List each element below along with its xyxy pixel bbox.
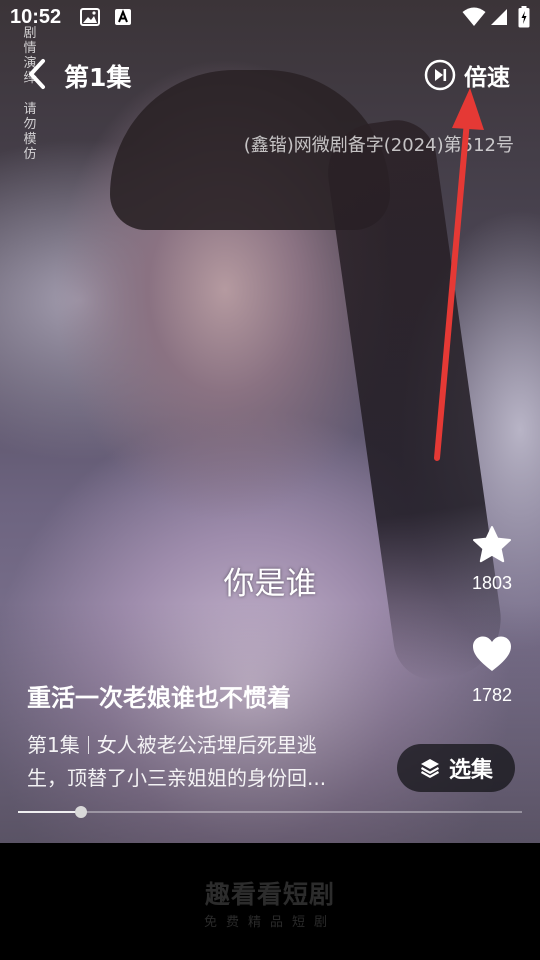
signal-icon (490, 8, 508, 30)
episodes-button[interactable]: 选集 (397, 744, 515, 792)
back-button[interactable] (20, 56, 54, 92)
disclaimer-char: 仿 (23, 147, 37, 162)
disclaimer-char: 请 (23, 102, 37, 117)
status-bar: 10:52 (0, 0, 540, 36)
synopsis-divider (87, 736, 89, 754)
disclaimer-vertical-text: 剧 情 演 绎 请 勿 模 仿 (22, 26, 38, 162)
episode-title: 第1集 (64, 63, 132, 92)
synopsis-line1: 女人被老公活埋后死里逃 (96, 733, 317, 757)
progress-fill (18, 811, 81, 813)
drama-title[interactable]: 重活一次老娘谁也不惯着 (27, 678, 291, 713)
progress-thumb[interactable] (75, 806, 87, 818)
star-icon (473, 526, 511, 563)
like-count: 1782 (471, 685, 513, 705)
heart-icon (473, 636, 511, 671)
video-progress-bar[interactable] (18, 806, 522, 818)
favorite-button[interactable]: 1803 (466, 525, 518, 594)
disclaimer-char: 剧 (23, 26, 37, 41)
wifi-icon (462, 7, 486, 31)
license-text: (鑫锴)网微剧备字(2024)第512号 (243, 135, 514, 156)
brand-name: 趣看看短剧 (204, 880, 335, 909)
video-subtitle: 你是谁 (223, 566, 317, 602)
playback-speed-button[interactable]: 倍速 (424, 58, 510, 92)
disclaimer-char: 情 (23, 41, 37, 56)
favorite-count: 1803 (471, 573, 513, 593)
episodes-label: 选集 (448, 758, 493, 783)
synopsis-line2: 生，顶替了小三亲姐姐的身份回... (27, 766, 327, 790)
text-notification-icon (114, 8, 132, 30)
like-button[interactable]: 1782 (466, 635, 518, 706)
speed-play-icon (424, 59, 456, 91)
footer-brand-area: 趣看看短剧 免费精品短剧 (0, 843, 540, 960)
drama-synopsis[interactable]: 第1集 女人被老公活埋后死里逃 生，顶替了小三亲姐姐的身份回... (27, 729, 372, 795)
disclaimer-char: 模 (23, 132, 37, 147)
gallery-notification-icon (80, 8, 100, 30)
brand-slogan: 免费精品短剧 (203, 915, 336, 930)
layers-icon (420, 759, 440, 778)
chevron-left-icon (29, 59, 45, 89)
battery-icon (518, 6, 530, 32)
speed-label: 倍速 (464, 65, 510, 91)
disclaimer-char: 勿 (23, 117, 37, 132)
video-frame[interactable] (0, 0, 540, 843)
synopsis-episode: 第1集 (27, 733, 80, 757)
